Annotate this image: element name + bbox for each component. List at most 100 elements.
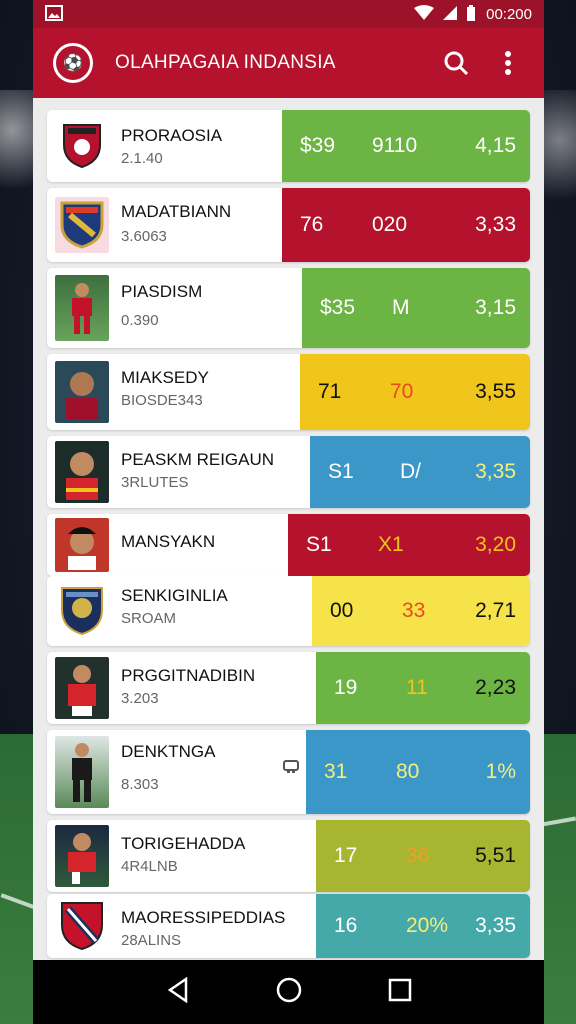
stat-value-1: 16	[334, 914, 358, 937]
row-name: MAORESSIPEDDIAS	[121, 908, 286, 927]
stat-value-1: $35	[320, 296, 356, 319]
status-time: 00:200	[486, 5, 532, 23]
row-name: TORIGEHADDA	[121, 834, 246, 853]
stat-bar: S1 X1 3,20	[288, 514, 530, 576]
row-sub: 2.1.40	[121, 150, 163, 167]
battery-icon	[466, 4, 476, 25]
stat-value-3: 2,23	[475, 676, 516, 699]
row-sub: 8.303	[121, 776, 159, 793]
stat-value-1: S1	[306, 533, 332, 556]
list-item[interactable]: MIAKSEDY BIOSDE343 71 70 3,55	[47, 354, 530, 430]
row-sub: SROAM	[121, 610, 177, 627]
list-item[interactable]: MAORESSIPEDDIAS 28ALINS 16 20% 3,35	[47, 894, 530, 958]
app-title: OLAHPAGAIA INDANSIA	[115, 52, 336, 73]
signal-icon	[442, 5, 458, 24]
stat-bar: 16 20% 3,35	[316, 894, 530, 958]
player-photo	[55, 441, 109, 503]
status-bar: 00:200	[33, 0, 544, 28]
stat-value-2: 9110	[372, 134, 418, 157]
list-item[interactable]: PIASDISM 0.390 $35 M 3,15	[47, 268, 530, 348]
system-navigation-bar	[33, 960, 544, 1024]
message-icon[interactable]	[283, 760, 299, 779]
stat-bar: 17 36 5,51	[316, 820, 530, 892]
stat-value-3: 4,15	[475, 134, 516, 157]
recents-icon[interactable]	[388, 978, 412, 1007]
search-icon[interactable]	[436, 43, 476, 83]
stat-value-1: 17	[334, 844, 358, 867]
stat-value-2: D/	[400, 460, 421, 483]
player-photo	[55, 657, 109, 719]
list-item[interactable]: SENKIGINLIA SROAM 00 33 2,71	[47, 576, 530, 646]
row-name: PRGGITNADIBIN	[121, 666, 256, 685]
club-crest-icon	[55, 197, 109, 253]
home-icon[interactable]	[275, 976, 303, 1009]
row-sub: 3RLUTES	[121, 474, 189, 491]
stat-bar: 31 80 1%	[306, 730, 530, 814]
stat-value-2: 11	[406, 676, 428, 699]
stat-value-1: $39	[300, 134, 336, 157]
stat-value-2: 33	[402, 599, 426, 622]
row-sub: 0.390	[121, 312, 159, 329]
list-item[interactable]: MANSYAKN S1 X1 3,20	[47, 514, 530, 576]
row-name: DENKTNGA	[121, 742, 216, 761]
stat-value-3: 3,20	[475, 533, 516, 556]
stat-value-3: 3,35	[475, 460, 516, 483]
stat-value-2: 36	[406, 844, 430, 867]
stat-value-1: 31	[324, 760, 348, 783]
list-item[interactable]: PEASKM REIGAUN 3RLUTES S1 D/ 3,35	[47, 436, 530, 508]
list-item[interactable]: PRGGITNADIBIN 3.203 19 11 2,23	[47, 652, 530, 724]
stat-bar: $39 9110 4,15	[282, 110, 530, 182]
stat-bar: 76 020 3,33	[282, 188, 530, 262]
stat-value-1: 76	[300, 213, 324, 236]
row-name: PRORAOSIA	[121, 126, 223, 145]
club-crest-icon	[55, 118, 109, 174]
stat-value-2: 020	[372, 213, 408, 236]
stat-value-3: 3,35	[475, 914, 516, 937]
player-photo	[55, 825, 109, 887]
row-name: MADATBIANN	[121, 202, 232, 221]
row-sub: 3.6063	[121, 228, 167, 245]
stat-value-3: 3,15	[475, 296, 516, 319]
wifi-icon	[414, 4, 435, 24]
list-item[interactable]: DENKTNGA 8.303 31 80 1%	[47, 730, 530, 814]
app-logo-icon[interactable]: ⚽	[53, 43, 93, 83]
stat-value-2: M	[392, 296, 410, 319]
player-photo	[55, 275, 109, 341]
stat-value-1: S1	[328, 460, 354, 483]
club-crest-icon	[55, 898, 109, 954]
stat-bar: $35 M 3,15	[302, 268, 530, 348]
overflow-menu-icon[interactable]	[488, 43, 528, 83]
list-item[interactable]: MADATBIANN 3.6063 76 020 3,33	[47, 188, 530, 262]
row-sub: 3.203	[121, 690, 159, 707]
stat-value-2: X1	[378, 533, 404, 556]
row-sub: BIOSDE343	[121, 392, 203, 409]
stat-value-3: 3,55	[475, 380, 516, 403]
stat-value-1: 19	[334, 676, 358, 699]
gallery-icon	[45, 4, 63, 24]
stat-bar: S1 D/ 3,35	[310, 436, 530, 508]
row-name: PEASKM REIGAUN	[121, 450, 275, 469]
stat-value-1: 00	[330, 599, 354, 622]
stat-value-3: 1%	[485, 760, 516, 783]
player-photo	[55, 361, 109, 423]
row-name: SENKIGINLIA	[121, 586, 228, 605]
stat-bar: 19 11 2,23	[316, 652, 530, 724]
list-item[interactable]: TORIGEHADDA 4R4LNB 17 36 5,51	[47, 820, 530, 892]
stat-bar: 71 70 3,55	[300, 354, 530, 430]
stat-value-2: 70	[390, 380, 414, 403]
player-photo	[55, 518, 109, 572]
back-icon[interactable]	[166, 976, 190, 1008]
row-sub: 28ALINS	[121, 932, 182, 949]
stat-value-2: 20%	[406, 914, 449, 937]
row-name: MIAKSEDY	[121, 368, 209, 387]
player-photo	[55, 736, 109, 808]
row-sub: 4R4LNB	[121, 858, 178, 875]
app-bar: ⚽ OLAHPAGAIA INDANSIA	[33, 28, 544, 98]
row-name: PIASDISM	[121, 282, 203, 301]
list-item[interactable]: PRORAOSIA 2.1.40 $39 9110 4,15	[47, 110, 530, 182]
ranking-list: PRORAOSIA 2.1.40 $39 9110 4,15 MADATBIAN…	[33, 98, 544, 960]
row-name: MANSYAKN	[121, 532, 216, 551]
stat-value-3: 5,51	[475, 844, 516, 867]
stat-bar: 00 33 2,71	[312, 576, 530, 646]
stat-value-3: 3,33	[475, 213, 516, 236]
